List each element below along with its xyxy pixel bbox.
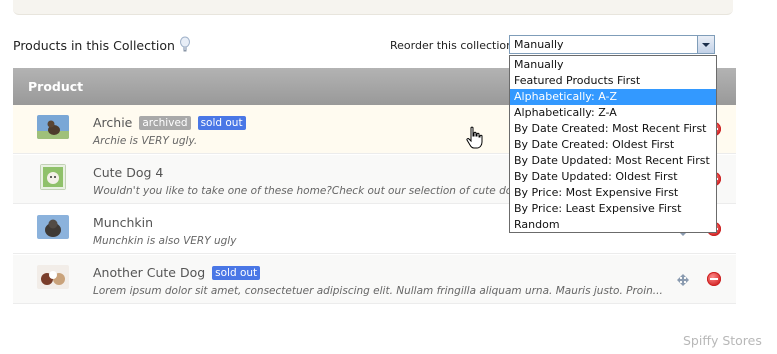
product-thumbnail[interactable] bbox=[37, 265, 69, 289]
product-description: Lorem ipsum dolor sit amet, consectetuer… bbox=[93, 285, 663, 297]
reorder-option-price-low[interactable]: By Price: Least Expensive First bbox=[510, 201, 716, 217]
product-name[interactable]: Another Cute Dog sold out bbox=[93, 265, 261, 281]
reorder-option-price-high[interactable]: By Price: Most Expensive First bbox=[510, 185, 716, 201]
reorder-option-featured-first[interactable]: Featured Products First bbox=[510, 73, 716, 89]
reorder-select[interactable]: Manually bbox=[509, 35, 715, 54]
archived-badge: archived bbox=[139, 116, 191, 130]
reorder-option-manually[interactable]: Manually bbox=[510, 57, 716, 73]
product-description: Munchkin is also VERY ugly bbox=[93, 235, 237, 247]
remove-circle-icon[interactable] bbox=[707, 272, 721, 286]
reorder-option-random[interactable]: Random bbox=[510, 217, 716, 233]
sold-out-badge: sold out bbox=[197, 116, 246, 130]
column-header-product: Product bbox=[28, 79, 84, 94]
reorder-option-updated-oldest[interactable]: By Date Updated: Oldest First bbox=[510, 169, 716, 185]
product-description: Archie is VERY ugly. bbox=[93, 135, 198, 147]
hand-pointer-icon bbox=[466, 126, 483, 149]
chevron-down-icon[interactable] bbox=[697, 36, 714, 53]
product-name[interactable]: Archie archived sold out bbox=[93, 115, 246, 131]
reorder-select-value: Manually bbox=[514, 38, 564, 51]
reorder-label: Reorder this collection bbox=[390, 39, 514, 52]
product-thumbnail[interactable] bbox=[37, 215, 69, 239]
brand-watermark: Spiffy Stores bbox=[683, 333, 762, 348]
move-arrows-icon[interactable] bbox=[676, 273, 690, 287]
product-thumbnail[interactable] bbox=[40, 164, 66, 190]
reorder-option-updated-recent[interactable]: By Date Updated: Most Recent First bbox=[510, 153, 716, 169]
collection-products-title: Products in this Collection bbox=[13, 38, 175, 53]
lightbulb-icon[interactable] bbox=[179, 36, 191, 52]
reorder-option-created-oldest[interactable]: By Date Created: Oldest First bbox=[510, 137, 716, 153]
reorder-dropdown-list[interactable]: Manually Featured Products First Alphabe… bbox=[509, 55, 717, 233]
reorder-option-alpha-za[interactable]: Alphabetically: Z-A bbox=[510, 105, 716, 121]
product-description: Wouldn't you like to take one of these h… bbox=[93, 185, 528, 197]
top-panel-edge bbox=[13, 0, 733, 15]
table-row[interactable]: Another Cute Dog sold out Lorem ipsum do… bbox=[13, 255, 736, 304]
sold-out-badge: sold out bbox=[212, 266, 261, 280]
product-thumbnail[interactable] bbox=[37, 115, 69, 139]
product-name[interactable]: Munchkin bbox=[93, 215, 153, 230]
reorder-option-alpha-az[interactable]: Alphabetically: A-Z bbox=[510, 89, 716, 105]
product-name[interactable]: Cute Dog 4 bbox=[93, 165, 163, 180]
reorder-option-created-recent[interactable]: By Date Created: Most Recent First bbox=[510, 121, 716, 137]
